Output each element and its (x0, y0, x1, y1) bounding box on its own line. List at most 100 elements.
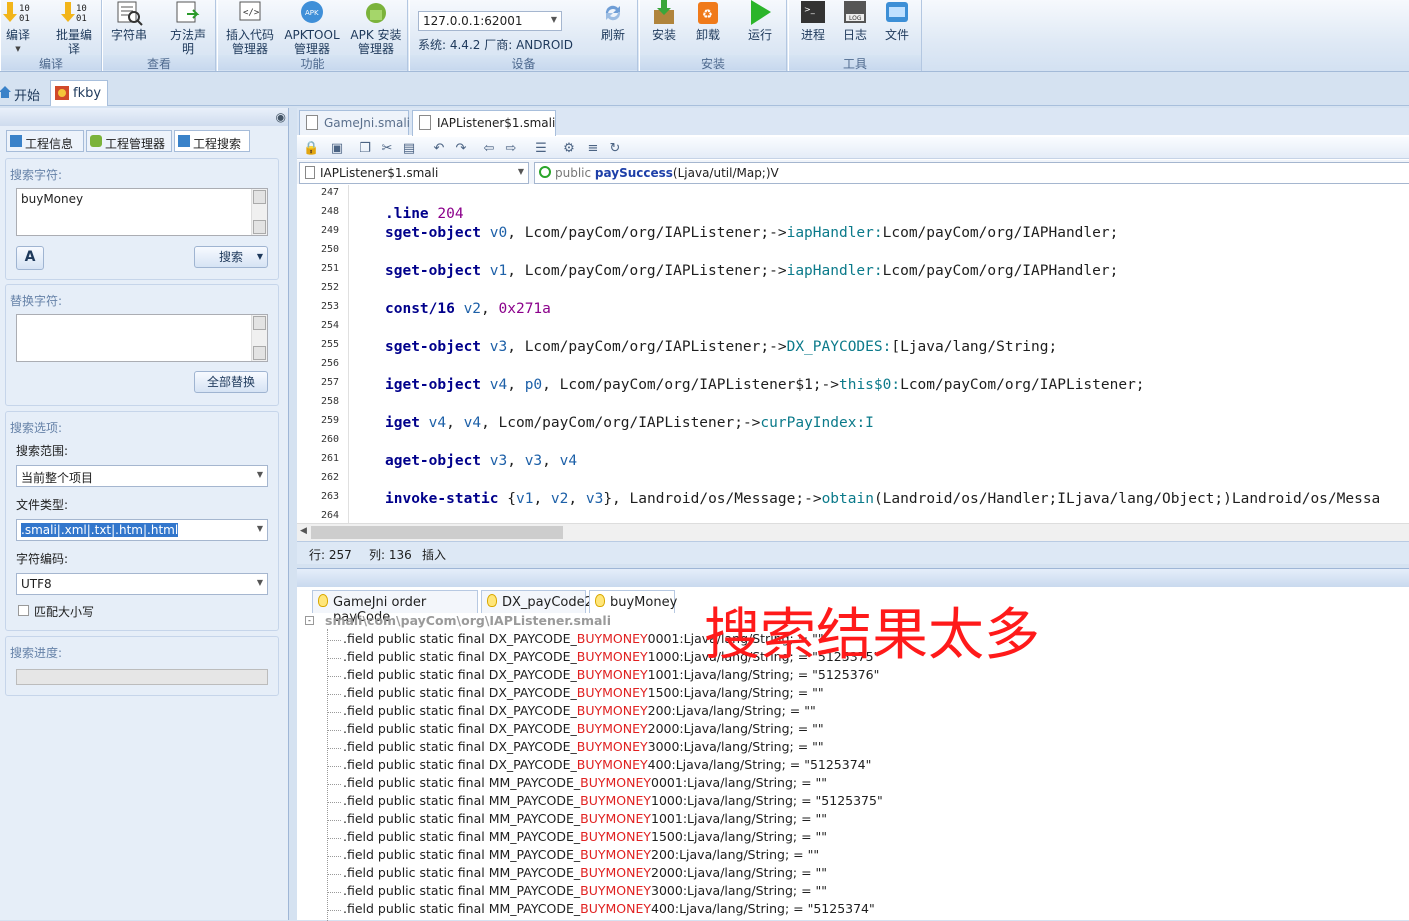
format-icon[interactable]: ☰ (533, 141, 549, 156)
android-small-icon (90, 135, 102, 147)
font-style-button[interactable]: A (16, 246, 44, 270)
scrollbar-thumb[interactable] (311, 526, 563, 539)
batch-compile-label: 批量编译 (55, 28, 92, 56)
result-row[interactable]: .field public static final MM_PAYCODE_BU… (343, 883, 827, 898)
match-case-checkbox[interactable] (18, 605, 29, 616)
result-row-prefix: .field public static final MM_PAYCODE_ (343, 775, 581, 790)
result-row[interactable]: .field public static final DX_PAYCODE_BU… (343, 739, 824, 754)
tab-project-info[interactable]: 工程信息 (6, 130, 84, 152)
files-button[interactable]: 文件 (879, 0, 915, 42)
result-row[interactable]: .field public static final DX_PAYCODE_BU… (343, 757, 871, 772)
collapse-toggle[interactable]: - (305, 616, 314, 625)
progress-label: 搜索进度: (10, 646, 63, 660)
process-label: 进程 (800, 28, 825, 42)
apk-install-manager-button[interactable]: APK 安装管理器 (346, 0, 406, 56)
game-icon (55, 86, 69, 100)
result-row[interactable]: .field public static final DX_PAYCODE_BU… (343, 721, 824, 736)
search-input[interactable]: buyMoney (16, 188, 268, 236)
replace-all-button[interactable]: 全部替换 (194, 371, 268, 393)
result-tab-gamejni-order-paycode[interactable]: GameJni order payCode (312, 590, 478, 625)
result-row[interactable]: .field public static final DX_PAYCODE_BU… (343, 703, 816, 718)
scroll-left-icon[interactable]: ◀ (300, 526, 307, 536)
tab-project-search[interactable]: 工程搜索 (174, 130, 250, 152)
run-button[interactable]: 运行 (740, 0, 780, 42)
result-row[interactable]: .field public static final MM_PAYCODE_BU… (343, 793, 883, 808)
lock-icon[interactable]: 🔒 (303, 141, 319, 156)
code-line-248: .line 204 (385, 206, 464, 222)
redo-icon[interactable]: ↷ (453, 141, 469, 156)
tab-gamejni-smali[interactable]: GameJni.smali (299, 110, 410, 135)
log-button[interactable]: LOG 日志 (837, 0, 873, 42)
batch-compile-button[interactable]: 10 01 批量编译 (51, 0, 97, 56)
search-input-scrollbar[interactable] (251, 189, 267, 235)
result-tab-buymoney[interactable]: buyMoney (589, 590, 677, 613)
process-button[interactable]: >_ 进程 (795, 0, 831, 42)
encoding-select[interactable]: UTF8 ▼ (16, 573, 268, 595)
method-decl-button[interactable]: 方法声明 (165, 0, 211, 56)
apktool-manager-button[interactable]: APK APKTOOL管理器 (282, 0, 342, 56)
scope-select[interactable]: 当前整个项目 ▼ (16, 465, 268, 487)
install-button[interactable]: 安装 (644, 0, 684, 42)
ribbon-group-device: 127.0.0.1:62001 ▼ 系统: 4.4.2 厂商: ANDROID … (409, 0, 638, 71)
copy-icon[interactable]: ❐ (357, 141, 373, 156)
list-icon[interactable]: ≡ (585, 141, 601, 156)
code-line-261: aget-object v3, v3, v4 (385, 453, 578, 469)
refresh-button[interactable]: 刷新 (594, 0, 632, 42)
insert-code-manager-button[interactable]: </> 插入代码管理器 (224, 0, 276, 56)
device-select[interactable]: 127.0.0.1:62001 ▼ (418, 11, 562, 31)
horizontal-scrollbar[interactable]: ◀ (297, 523, 1409, 541)
strings-button[interactable]: 字符串 (109, 0, 149, 42)
refresh-small-icon[interactable]: ↻ (607, 141, 623, 156)
result-row-match: BUYMONEY (580, 775, 652, 790)
paste-icon[interactable]: ▤ (401, 141, 417, 156)
result-tab-dx-paycode2[interactable]: DX_payCode2 (481, 590, 593, 613)
result-row-prefix: .field public static final DX_PAYCODE_ (343, 631, 577, 646)
result-row[interactable]: .field public static final MM_PAYCODE_BU… (343, 811, 827, 826)
result-row[interactable]: .field public static final MM_PAYCODE_BU… (343, 901, 875, 916)
uninstall-button[interactable]: ♻ 卸载 (688, 0, 728, 42)
result-row[interactable]: .field public static final DX_PAYCODE_BU… (343, 685, 824, 700)
status-col: 列: 136 (369, 548, 412, 562)
replace-input[interactable] (16, 314, 268, 362)
result-row[interactable]: .field public static final MM_PAYCODE_BU… (343, 829, 827, 844)
eye-icon[interactable]: ◉ (276, 110, 286, 124)
replace-input-scrollbar[interactable] (251, 315, 267, 361)
file-icon (305, 166, 315, 179)
result-row-suffix: 3000:Ljava/lang/String; = "" (651, 883, 828, 898)
tab-project-info-label: 工程信息 (25, 137, 74, 151)
tree-branch (327, 820, 341, 821)
result-row-prefix: .field public static final DX_PAYCODE_ (343, 721, 577, 736)
status-row: 行: 257 (309, 548, 352, 562)
translate-icon[interactable]: ⚙ (561, 141, 577, 156)
tab-start[interactable]: 开始 (0, 80, 48, 106)
code-area[interactable]: 247 248 249 250 251 252 253 254 255 256 257 258 259 2… (297, 185, 1409, 523)
back-icon[interactable]: ⇦ (481, 141, 497, 156)
group-title-install: 安装 (640, 55, 786, 71)
result-row-prefix: .field public static final MM_PAYCODE_ (343, 865, 581, 880)
result-row-match: BUYMONEY (576, 757, 648, 772)
tab-iaplistener-smali[interactable]: IAPListener$1.smali (412, 110, 556, 136)
tab-project-search-label: 工程搜索 (193, 137, 242, 151)
search-input-text: buyMoney (21, 192, 84, 206)
search-button[interactable]: 搜索 ▼ (194, 246, 268, 268)
file-combo[interactable]: IAPListener$1.smali ▼ (299, 162, 529, 184)
svg-text:APK: APK (305, 9, 319, 17)
result-file-path[interactable]: smali\com\payCom\org\IAPListener.smali (325, 613, 611, 628)
result-row[interactable]: .field public static final MM_PAYCODE_BU… (343, 775, 827, 790)
result-row[interactable]: .field public static final MM_PAYCODE_BU… (343, 865, 827, 880)
undo-icon[interactable]: ↶ (431, 141, 447, 156)
chevron-down-icon: ▼ (517, 167, 524, 176)
method-modifier: public (555, 166, 595, 180)
line-number: 256 (321, 358, 340, 369)
compile-button[interactable]: 10 01 编译 ▼ (1, 0, 35, 56)
filetype-select[interactable]: .smali|.xml|.txt|.htm|.html ▼ (16, 519, 268, 541)
result-row[interactable]: .field public static final MM_PAYCODE_BU… (343, 847, 819, 862)
save-icon[interactable]: ▣ (329, 141, 345, 156)
tab-fkby[interactable]: fkby (50, 80, 108, 106)
forward-icon[interactable]: ⇨ (503, 141, 519, 156)
cut-icon[interactable]: ✂ (379, 141, 395, 156)
tab-project-manager[interactable]: 工程管理器 (86, 130, 172, 152)
chevron-down-icon: ▼ (256, 524, 263, 533)
result-row-prefix: .field public static final MM_PAYCODE_ (343, 793, 581, 808)
method-combo[interactable]: public paySuccess(Ljava/util/Map;)V (534, 162, 1409, 184)
